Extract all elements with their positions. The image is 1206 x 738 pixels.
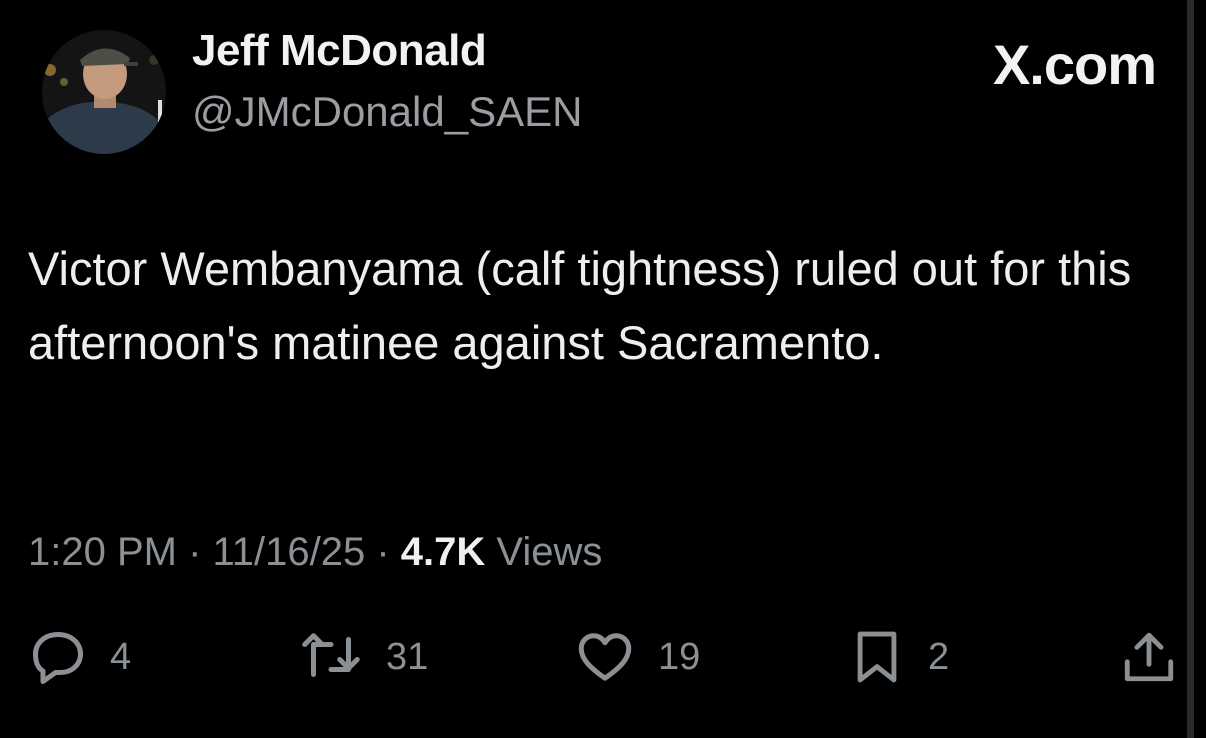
reply-count: 4 [110, 635, 132, 678]
share-button[interactable] [1120, 622, 1178, 692]
repost-icon [298, 627, 364, 687]
tweet-text: Victor Wembanyama (calf tightness) ruled… [28, 242, 1132, 369]
brand-logo: X.com [992, 33, 1157, 96]
bookmark-count: 2 [928, 635, 950, 678]
views-count: 4.7K [400, 530, 486, 574]
bookmark-button[interactable]: 2 [848, 622, 949, 692]
tweet-date[interactable]: 11/16/25 [213, 530, 366, 574]
bookmark-icon [848, 626, 906, 688]
reply-icon [28, 627, 88, 687]
views-label: Views [485, 530, 603, 574]
meta-separator: · [176, 530, 213, 574]
like-count: 19 [658, 635, 701, 678]
author-display-name[interactable]: Jeff McDonald [192, 26, 487, 76]
tweet-meta: 1:20 PM · 11/16/25 · 4.7K Views [28, 530, 602, 575]
author-handle[interactable]: @JMcDonald_SAEN [192, 88, 582, 136]
like-icon [574, 627, 636, 687]
tweet-time[interactable]: 1:20 PM [28, 530, 177, 574]
share-icon [1120, 627, 1178, 687]
like-button[interactable]: 19 [574, 622, 700, 692]
meta-separator: · [365, 530, 401, 574]
avatar[interactable] [42, 30, 166, 154]
repost-button[interactable]: 31 [298, 622, 428, 692]
repost-count: 31 [386, 635, 429, 678]
action-bar: 4 31 19 2 [0, 622, 1206, 692]
reply-button[interactable]: 4 [28, 622, 131, 692]
